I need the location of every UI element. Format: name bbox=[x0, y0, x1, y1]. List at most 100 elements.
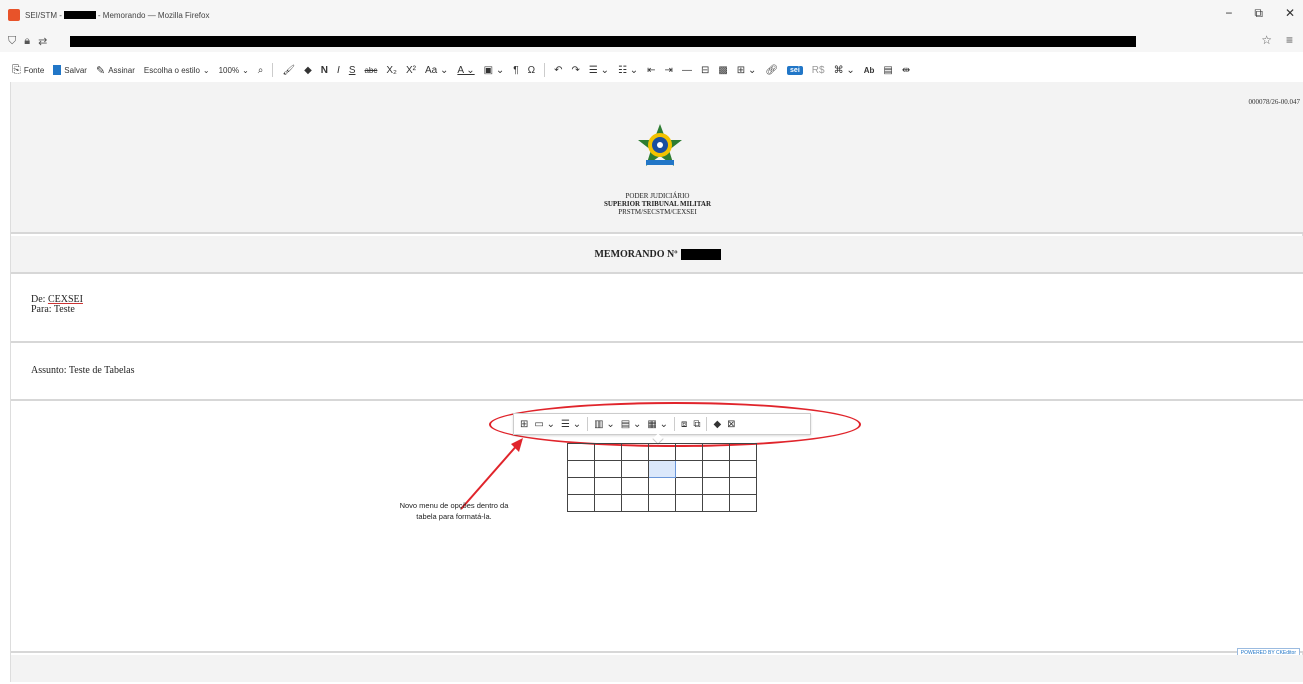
table-cell-icon[interactable]: ▭ ⌄ bbox=[534, 419, 555, 430]
table-cell[interactable] bbox=[648, 460, 676, 478]
abbreviation-tools-icon[interactable]: ⌘ ⌄ bbox=[834, 65, 855, 76]
outdent-icon[interactable]: ⇤ bbox=[647, 65, 655, 76]
org-line-2: SUPERIOR TRIBUNAL MILITAR bbox=[603, 200, 712, 208]
document-table[interactable] bbox=[567, 443, 757, 512]
strikethrough-button[interactable]: abc bbox=[364, 66, 377, 75]
table-insert-after-icon[interactable]: ⧉ bbox=[693, 419, 700, 430]
assinar-label: Assinar bbox=[108, 65, 135, 75]
shield-icon[interactable]: ⛉ bbox=[8, 35, 16, 48]
organization-block: PODER JUDICIÁRIO SUPERIOR TRIBUNAL MILIT… bbox=[11, 192, 1303, 216]
zoom-label: 100% bbox=[218, 65, 240, 75]
table-row-icon[interactable]: ▤ ⌄ bbox=[621, 419, 642, 430]
table-cell[interactable] bbox=[675, 494, 703, 512]
subscript-button[interactable]: X₂ bbox=[386, 65, 397, 76]
page-break-icon[interactable]: ⊟ bbox=[701, 65, 709, 76]
image-icon[interactable]: ▩ bbox=[718, 65, 727, 76]
lock-icon[interactable]: 🔒︎ bbox=[24, 35, 30, 48]
table-cell[interactable] bbox=[567, 494, 595, 512]
fonte-button[interactable]: ⎘ Fonte bbox=[12, 64, 44, 77]
numbered-list-icon[interactable]: ☰ ⌄ bbox=[589, 65, 609, 76]
background-color-button[interactable]: ▣ ⌄ bbox=[484, 65, 505, 76]
table-cell[interactable] bbox=[567, 443, 595, 461]
window-title: SEI/STM - - Memorando — Mozilla Firefox bbox=[25, 11, 209, 20]
comment-icon[interactable]: ▤ bbox=[883, 65, 892, 76]
to-line: Para: Teste bbox=[31, 305, 83, 315]
resize-width-icon[interactable]: ⇹ bbox=[902, 65, 910, 76]
table-cell[interactable] bbox=[702, 477, 730, 495]
table-insert-before-icon[interactable]: ⧈ bbox=[681, 419, 687, 430]
table-merge-cells-icon[interactable]: ▦ ⌄ bbox=[647, 419, 668, 430]
sei-button[interactable]: sei bbox=[787, 65, 803, 75]
table-cell[interactable] bbox=[594, 443, 622, 461]
table-cell[interactable] bbox=[675, 443, 703, 461]
table-cell[interactable] bbox=[702, 443, 730, 461]
link-icon[interactable]: 🔗︎ bbox=[765, 65, 778, 76]
horizontal-line-icon[interactable]: — bbox=[682, 65, 692, 76]
table-context-toolbar: ⊞ ▭ ⌄ ☰ ⌄ ▥ ⌄ ▤ ⌄ ▦ ⌄ ⧈ ⧉ ◆ ⊠ bbox=[513, 413, 811, 445]
bookmark-star-icon[interactable]: ☆ bbox=[1261, 33, 1272, 47]
underline-button[interactable]: S bbox=[349, 65, 356, 76]
table-properties-icon[interactable]: ⊞ bbox=[520, 419, 528, 430]
memo-title[interactable]: MEMORANDO Nº bbox=[594, 248, 721, 260]
table-cell[interactable] bbox=[567, 460, 595, 478]
table-delete-icon[interactable]: ⊠ bbox=[727, 419, 735, 430]
zoom-select[interactable]: 100% ⌄ bbox=[219, 66, 249, 75]
special-char-button[interactable]: Ω bbox=[528, 65, 535, 76]
table-cell[interactable] bbox=[594, 477, 622, 495]
bulleted-list-icon[interactable]: ☷ ⌄ bbox=[618, 65, 638, 76]
menu-icon[interactable]: ≡ bbox=[1286, 33, 1293, 47]
table-align-icon[interactable]: ☰ ⌄ bbox=[561, 419, 581, 430]
eraser-icon[interactable]: ◆ bbox=[304, 65, 312, 76]
font-color-button[interactable]: A ⌄ bbox=[457, 65, 474, 76]
document-body[interactable]: ⊞ ▭ ⌄ ☰ ⌄ ▥ ⌄ ▤ ⌄ ▦ ⌄ ⧈ ⧉ ◆ ⊠ Novo menu … bbox=[11, 401, 1303, 653]
indent-icon[interactable]: ⇥ bbox=[665, 65, 673, 76]
table-cell[interactable] bbox=[702, 494, 730, 512]
salvar-button[interactable]: Salvar bbox=[53, 65, 87, 75]
table-cell[interactable] bbox=[675, 477, 703, 495]
subject-label: Assunto: bbox=[31, 365, 67, 376]
table-cell[interactable] bbox=[621, 494, 649, 512]
table-row bbox=[567, 443, 757, 461]
minimize-button[interactable]: − bbox=[1225, 6, 1232, 21]
from-to-block: De: CEXSEI Para: Teste bbox=[31, 295, 83, 315]
table-cell[interactable] bbox=[648, 494, 676, 512]
table-cell[interactable] bbox=[702, 460, 730, 478]
table-cell[interactable] bbox=[648, 443, 676, 461]
table-cell[interactable] bbox=[621, 477, 649, 495]
url-field-redacted[interactable] bbox=[70, 36, 1136, 47]
table-column-icon[interactable]: ▥ ⌄ bbox=[594, 419, 615, 430]
table-cell[interactable] bbox=[594, 460, 622, 478]
table-toolbar-separator bbox=[587, 417, 589, 431]
undo-icon[interactable]: ↶ bbox=[554, 65, 562, 76]
table-cell[interactable] bbox=[729, 494, 757, 512]
currency-button[interactable]: R$ bbox=[812, 65, 825, 76]
bold-button[interactable]: N bbox=[321, 65, 328, 76]
assinar-button[interactable]: ✎ Assinar bbox=[96, 64, 135, 77]
superscript-button[interactable]: X² bbox=[406, 65, 416, 76]
permissions-icon[interactable]: ⇄ bbox=[38, 35, 47, 48]
table-cell[interactable] bbox=[594, 494, 622, 512]
subject-section[interactable]: Assunto: Teste de Tabelas bbox=[11, 343, 1303, 401]
close-button[interactable]: ✕ bbox=[1285, 6, 1295, 21]
from-to-section[interactable]: De: CEXSEI Para: Teste bbox=[11, 274, 1303, 343]
table-cell[interactable] bbox=[648, 477, 676, 495]
window-titlebar: SEI/STM - - Memorando — Mozilla Firefox … bbox=[0, 0, 1303, 30]
abbr-button[interactable]: Ab bbox=[864, 66, 875, 75]
table-cell[interactable] bbox=[621, 460, 649, 478]
table-cell[interactable] bbox=[729, 443, 757, 461]
table-icon[interactable]: ⊞ ⌄ bbox=[737, 65, 757, 76]
table-cell[interactable] bbox=[567, 477, 595, 495]
brush-icon[interactable]: 🖌︎ bbox=[282, 65, 295, 76]
table-cell[interactable] bbox=[729, 477, 757, 495]
style-select[interactable]: Escolha o estilo ⌄ bbox=[144, 66, 210, 75]
table-eraser-icon[interactable]: ◆ bbox=[713, 419, 721, 430]
restore-button[interactable]: ⧉ bbox=[1254, 6, 1263, 21]
table-cell[interactable] bbox=[621, 443, 649, 461]
italic-button[interactable]: I bbox=[337, 65, 340, 76]
find-replace-icon[interactable]: ⌕ bbox=[258, 65, 264, 76]
table-cell[interactable] bbox=[729, 460, 757, 478]
change-case-button[interactable]: Aa ⌄ bbox=[425, 65, 448, 76]
redo-icon[interactable]: ↷ bbox=[572, 65, 580, 76]
table-cell[interactable] bbox=[675, 460, 703, 478]
pilcrow-button[interactable]: ¶ bbox=[513, 65, 518, 76]
